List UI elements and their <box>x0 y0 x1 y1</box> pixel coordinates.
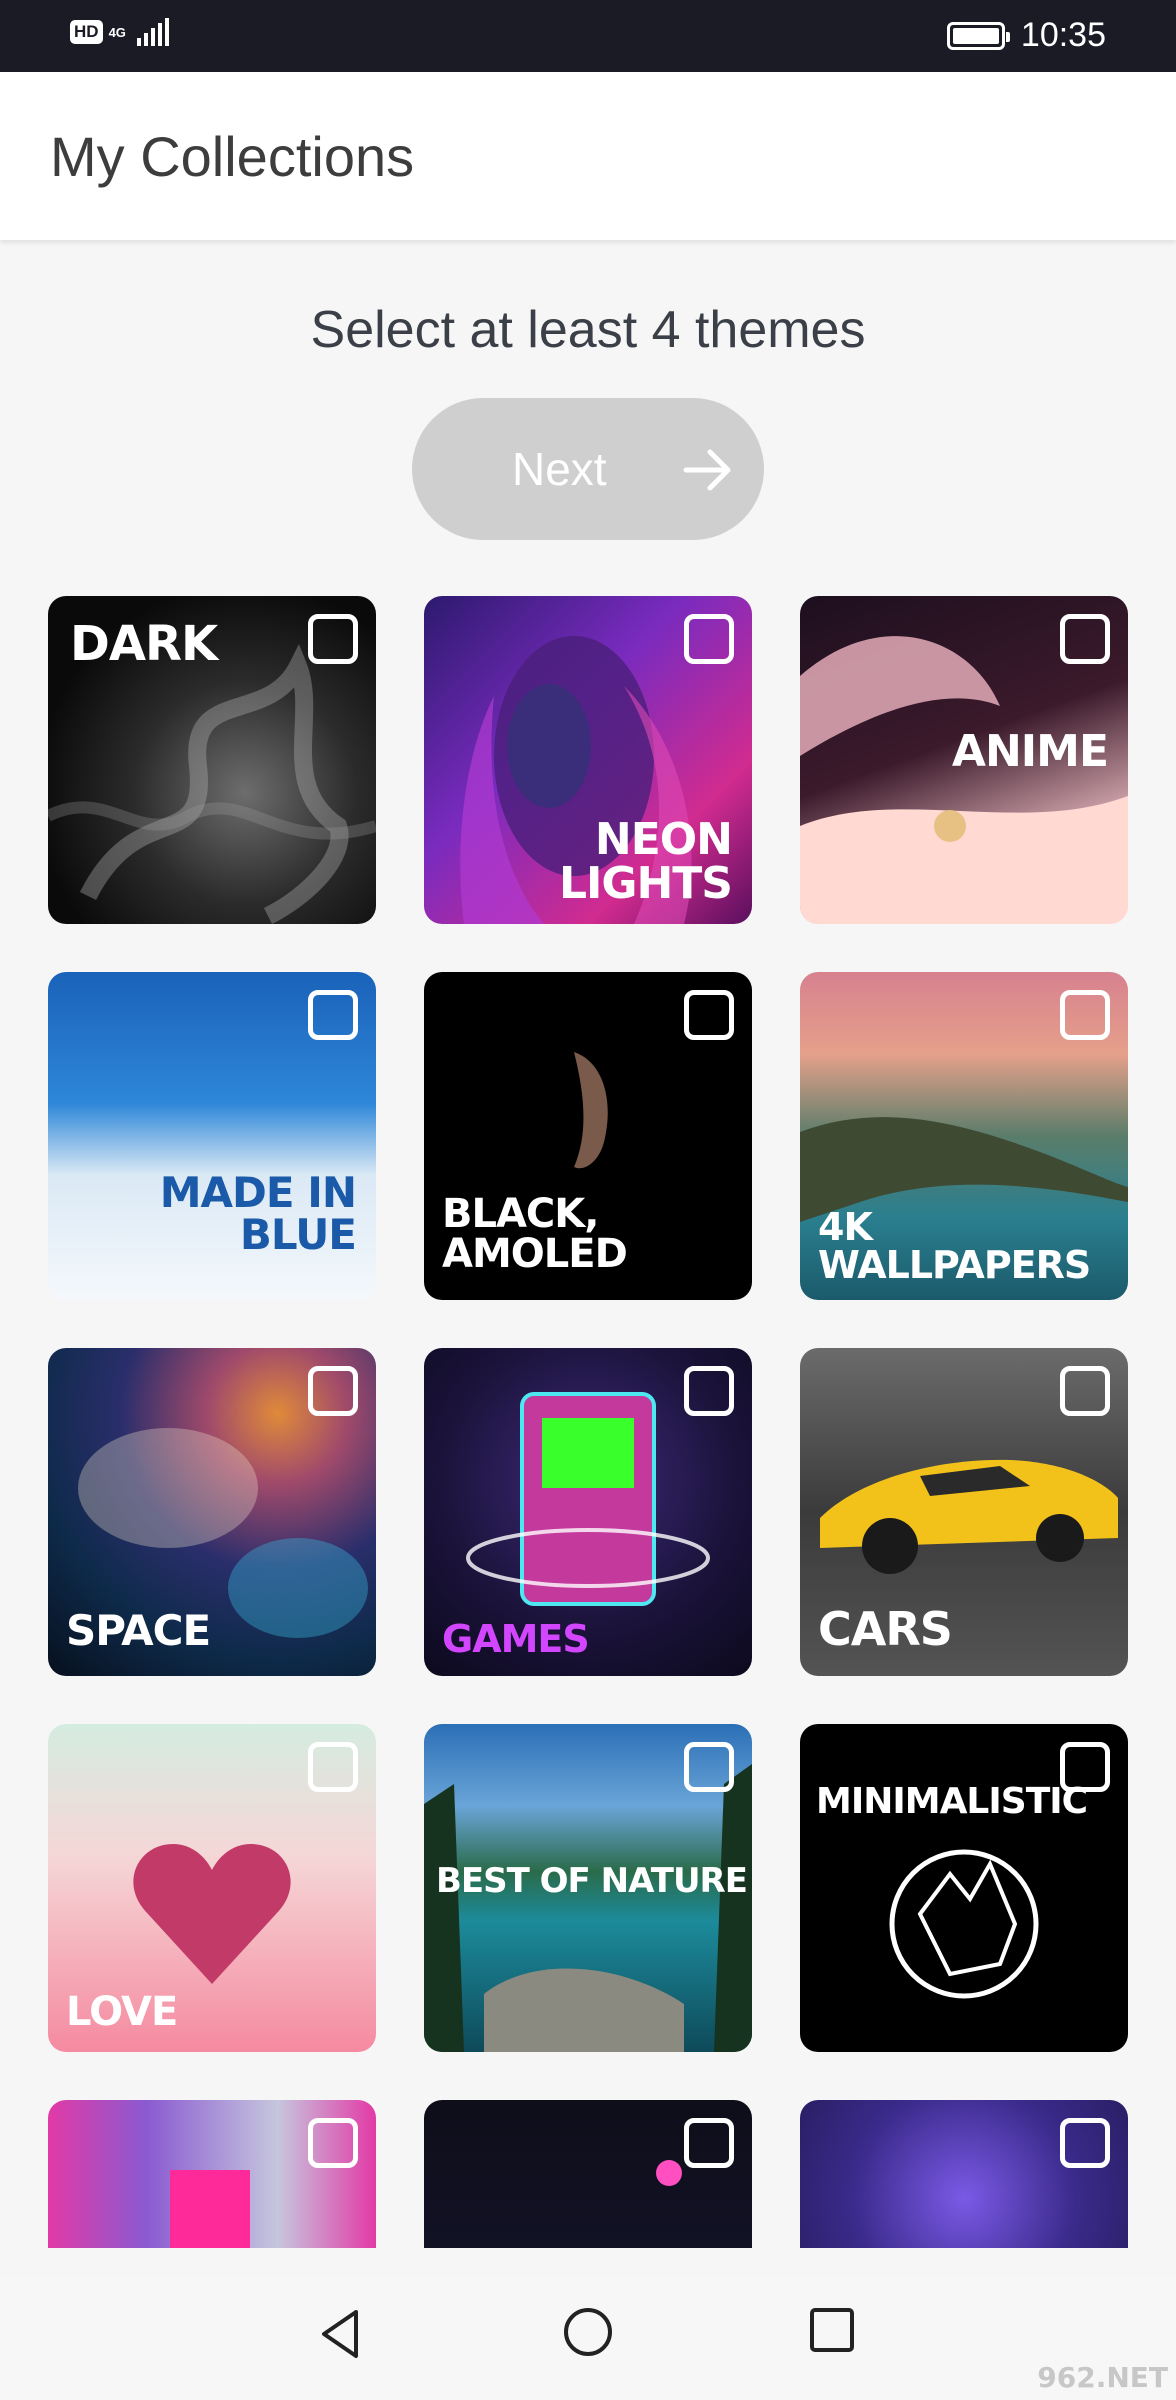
theme-label-games: GAMES <box>442 1617 590 1661</box>
theme-tile-cars[interactable]: CARS <box>800 1348 1128 1676</box>
theme-grid: DARK NEON LIGHTS ANIME MADE IN BLUE BLAC… <box>0 0 1176 2248</box>
theme-label-best-of-nature: BEST OF NATURE <box>436 1861 748 1901</box>
theme-tile-love[interactable]: LOVE <box>48 1724 376 2052</box>
checkbox-made-in-blue[interactable] <box>308 990 358 1040</box>
recents-icon[interactable] <box>808 2306 856 2354</box>
theme-label-space: SPACE <box>66 1606 211 1655</box>
checkbox-row5-left[interactable] <box>308 2118 358 2168</box>
theme-tile-row5-right[interactable] <box>800 2100 1128 2248</box>
checkbox-best-of-nature[interactable] <box>684 1742 734 1792</box>
theme-tile-row5-middle[interactable] <box>424 2100 752 2248</box>
theme-tile-best-of-nature[interactable]: BEST OF NATURE <box>424 1724 752 2052</box>
theme-tile-black-amoled[interactable]: BLACK, AMOLED <box>424 972 752 1300</box>
checkbox-space[interactable] <box>308 1366 358 1416</box>
checkbox-cars[interactable] <box>1060 1366 1110 1416</box>
theme-tile-made-in-blue[interactable]: MADE IN BLUE <box>48 972 376 1300</box>
theme-label-dark: DARK <box>70 616 218 672</box>
checkbox-love[interactable] <box>308 1742 358 1792</box>
theme-label-4k-wallpapers: 4K WALLPAPERS <box>818 1205 1091 1287</box>
checkbox-dark[interactable] <box>308 614 358 664</box>
checkbox-black-amoled[interactable] <box>684 990 734 1040</box>
pink-block <box>170 2170 250 2248</box>
watermark-logo: 962.NET <box>1037 2361 1168 2394</box>
back-icon[interactable] <box>316 2306 364 2362</box>
checkbox-4k-wallpapers[interactable] <box>1060 990 1110 1040</box>
checkbox-minimalistic[interactable] <box>1060 1742 1110 1792</box>
system-nav-bar: 962.NET <box>0 2276 1176 2400</box>
home-icon[interactable] <box>562 2306 614 2358</box>
checkbox-row5-right[interactable] <box>1060 2118 1110 2168</box>
theme-tile-row5-left[interactable] <box>48 2100 376 2248</box>
theme-label-love: LOVE <box>66 1989 178 2035</box>
checkbox-neon-lights[interactable] <box>684 614 734 664</box>
theme-tile-games[interactable]: GAMES <box>424 1348 752 1676</box>
theme-label-minimalistic: MINIMALISTIC <box>816 1781 1088 1822</box>
planet-shape <box>656 2160 682 2186</box>
theme-label-black-amoled: BLACK, AMOLED <box>442 1191 628 1277</box>
checkbox-row5-middle[interactable] <box>684 2118 734 2168</box>
theme-tile-neon-lights[interactable]: NEON LIGHTS <box>424 596 752 924</box>
theme-label-neon-lights: NEON LIGHTS <box>558 814 733 909</box>
theme-tile-4k-wallpapers[interactable]: 4K WALLPAPERS <box>800 972 1128 1300</box>
theme-label-made-in-blue: MADE IN BLUE <box>159 1168 357 1259</box>
theme-tile-minimalistic[interactable]: MINIMALISTIC <box>800 1724 1128 2052</box>
theme-tile-space[interactable]: SPACE <box>48 1348 376 1676</box>
theme-label-anime: ANIME <box>951 726 1109 777</box>
checkbox-anime[interactable] <box>1060 614 1110 664</box>
theme-tile-dark[interactable]: DARK <box>48 596 376 924</box>
checkbox-games[interactable] <box>684 1366 734 1416</box>
theme-tile-anime[interactable]: ANIME <box>800 596 1128 924</box>
theme-label-cars: CARS <box>818 1602 953 1656</box>
